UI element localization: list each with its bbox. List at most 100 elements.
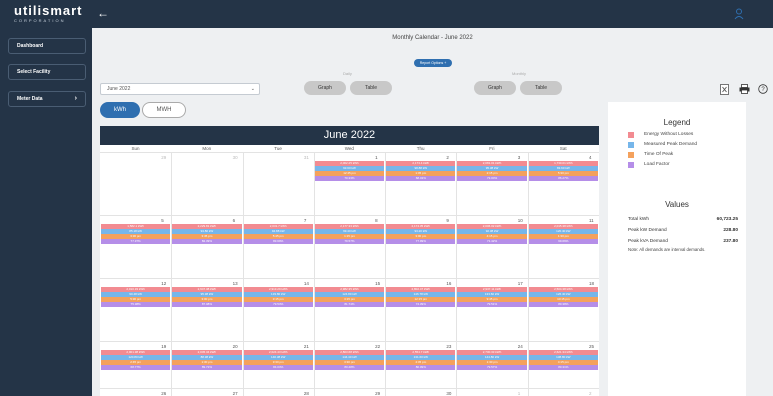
lf-bar[interactable]: 84.03%	[243, 365, 313, 370]
time-bar[interactable]: 1:30 pm	[528, 234, 598, 239]
day-number[interactable]: 21	[304, 344, 309, 349]
lf-bar[interactable]: 68.43%	[386, 176, 456, 181]
day-number[interactable]: 30	[446, 391, 451, 396]
lf-bar[interactable]: 79.53%	[243, 302, 313, 307]
day-number[interactable]: 17	[518, 281, 523, 286]
day-number[interactable]: 5	[161, 218, 164, 223]
peak-bar[interactable]: 131.60 kW	[386, 355, 456, 360]
excel-export-icon[interactable]	[720, 84, 729, 95]
month-select[interactable]: June 2022 ⌄	[100, 83, 260, 95]
monthly-table-button[interactable]: Table	[520, 81, 562, 95]
energy-bar[interactable]: 2,002.25 kWh	[314, 161, 385, 166]
energy-bar[interactable]: 2,802.47 kWh	[386, 287, 456, 292]
lf-bar[interactable]: 80.48%	[314, 365, 385, 370]
peak-bar[interactable]: 99.40 kW	[314, 229, 385, 234]
time-bar[interactable]: 3:30 pm	[243, 360, 313, 365]
peak-bar[interactable]: 92.38 kW	[457, 229, 527, 234]
energy-bar[interactable]: 2,947.38 kWh	[172, 287, 242, 292]
energy-bar[interactable]: 1,582.1 kWh	[101, 224, 171, 229]
time-bar[interactable]: 5:30 pm	[528, 171, 598, 176]
peak-bar[interactable]: 98.88 kW	[386, 166, 456, 171]
time-bar[interactable]: 1:30 pm	[457, 360, 527, 365]
lf-bar[interactable]: 75.38%	[101, 302, 171, 307]
energy-bar[interactable]: 2,554.7 kWh	[386, 350, 456, 355]
peak-bar[interactable]: 124.80 kW	[314, 292, 385, 297]
time-bar[interactable]: 4:45 pm	[386, 360, 456, 365]
lf-bar[interactable]: 81.74%	[314, 302, 385, 307]
sidebar-item-dashboard[interactable]: Dashboard	[8, 38, 86, 54]
energy-bar[interactable]: 2,229.81 kWh	[172, 224, 242, 229]
print-icon[interactable]	[739, 84, 750, 94]
peak-bar[interactable]: 144.40 kW	[314, 355, 385, 360]
utilismart-logo[interactable]: utilismart CORPORATION	[14, 4, 83, 24]
day-number[interactable]: 22	[375, 344, 380, 349]
peak-bar[interactable]: 120.40 kW	[528, 229, 598, 234]
time-bar[interactable]: 4:15 pm	[528, 360, 598, 365]
time-bar[interactable]: 3:30 pm	[314, 360, 385, 365]
daily-graph-button[interactable]: Graph	[304, 81, 346, 95]
peak-bar[interactable]: 146.78 kW	[386, 292, 456, 297]
time-bar[interactable]: 9:45 pm	[457, 297, 527, 302]
peak-bar[interactable]: 133.60 kW	[457, 292, 527, 297]
time-bar[interactable]: 12:15 pm	[386, 297, 456, 302]
lf-bar[interactable]: 79.51%	[457, 302, 527, 307]
help-icon[interactable]: ?	[758, 84, 768, 94]
unit-mwh-toggle[interactable]: MWH	[142, 102, 186, 118]
lf-bar[interactable]: 77.99%	[386, 239, 456, 244]
unit-kwh-toggle[interactable]: kWh	[100, 102, 140, 118]
time-bar[interactable]: 2:45 pm	[101, 360, 171, 365]
peak-bar[interactable]: 138.80 kW	[528, 355, 598, 360]
lf-bar[interactable]: 70.33%	[314, 176, 385, 181]
energy-bar[interactable]: 2,031.7 kWh	[243, 224, 313, 229]
lf-bar[interactable]: 69.66%	[528, 239, 598, 244]
day-number[interactable]: 2	[446, 155, 449, 160]
lf-bar[interactable]: 80.38%	[528, 302, 598, 307]
time-bar[interactable]: 1:30 pm	[172, 360, 242, 365]
peak-bar[interactable]: 95.38 kW	[457, 166, 527, 171]
energy-bar[interactable]: 2,937.11 kWh	[457, 287, 527, 292]
day-number[interactable]: 1	[518, 391, 521, 396]
lf-bar[interactable]: 79.57%	[457, 365, 527, 370]
energy-bar[interactable]: 2,045.34 kWh	[172, 350, 242, 355]
energy-bar[interactable]: 2,006.02 kWh	[457, 224, 527, 229]
lf-bar[interactable]: 74.39%	[386, 302, 456, 307]
lf-bar[interactable]: 77.37%	[101, 239, 171, 244]
lf-bar[interactable]: 71.42%	[457, 239, 527, 244]
time-bar[interactable]: 3:30 pm	[101, 234, 171, 239]
lf-bar[interactable]: 68.77%	[101, 365, 171, 370]
day-number[interactable]: 31	[304, 155, 309, 160]
lf-bar[interactable]: 80.31%	[528, 365, 598, 370]
peak-bar[interactable]: 94.80 kW	[172, 229, 242, 234]
day-number[interactable]: 19	[161, 344, 166, 349]
day-number[interactable]: 20	[233, 344, 238, 349]
day-number[interactable]: 3	[518, 155, 521, 160]
peak-bar[interactable]: 88.38 kW	[172, 355, 242, 360]
time-bar[interactable]: 3:00 pm	[172, 297, 242, 302]
peak-bar[interactable]: 140.38 kW	[243, 355, 313, 360]
lf-bar[interactable]: 82.39%	[172, 239, 242, 244]
energy-bar[interactable]: 2,700.33 kWh	[457, 350, 527, 355]
time-bar[interactable]: 3:15 pm	[314, 297, 385, 302]
time-bar[interactable]: 12:45 pm	[314, 171, 385, 176]
day-number[interactable]: 29	[375, 391, 380, 396]
peak-bar[interactable]: 90.48 kW	[101, 292, 171, 297]
time-bar[interactable]: 1:15 pm	[314, 234, 385, 239]
daily-table-button[interactable]: Table	[350, 81, 392, 95]
day-number[interactable]: 11	[589, 218, 594, 223]
time-bar[interactable]: 2:15 pm	[457, 171, 527, 176]
day-number[interactable]: 8	[375, 218, 378, 223]
peak-bar[interactable]: 93.20 kW	[386, 229, 456, 234]
lf-bar[interactable]: 86.27%	[528, 176, 598, 181]
energy-bar[interactable]: 2,015.38 kWh	[528, 224, 598, 229]
day-number[interactable]: 16	[446, 281, 451, 286]
day-number[interactable]: 4	[589, 155, 592, 160]
day-number[interactable]: 30	[233, 155, 238, 160]
back-arrow-icon[interactable]: ←	[97, 6, 109, 20]
day-number[interactable]: 27	[233, 391, 238, 396]
lf-bar[interactable]: 83.69%	[243, 239, 313, 244]
energy-bar[interactable]: 2,177.33 kWh	[314, 224, 385, 229]
day-number[interactable]: 29	[161, 155, 166, 160]
sidebar-item-meter-data[interactable]: Meter Data ›	[8, 91, 86, 107]
day-number[interactable]: 6	[233, 218, 236, 223]
energy-bar[interactable]: 2,174.35 kWh	[386, 224, 456, 229]
